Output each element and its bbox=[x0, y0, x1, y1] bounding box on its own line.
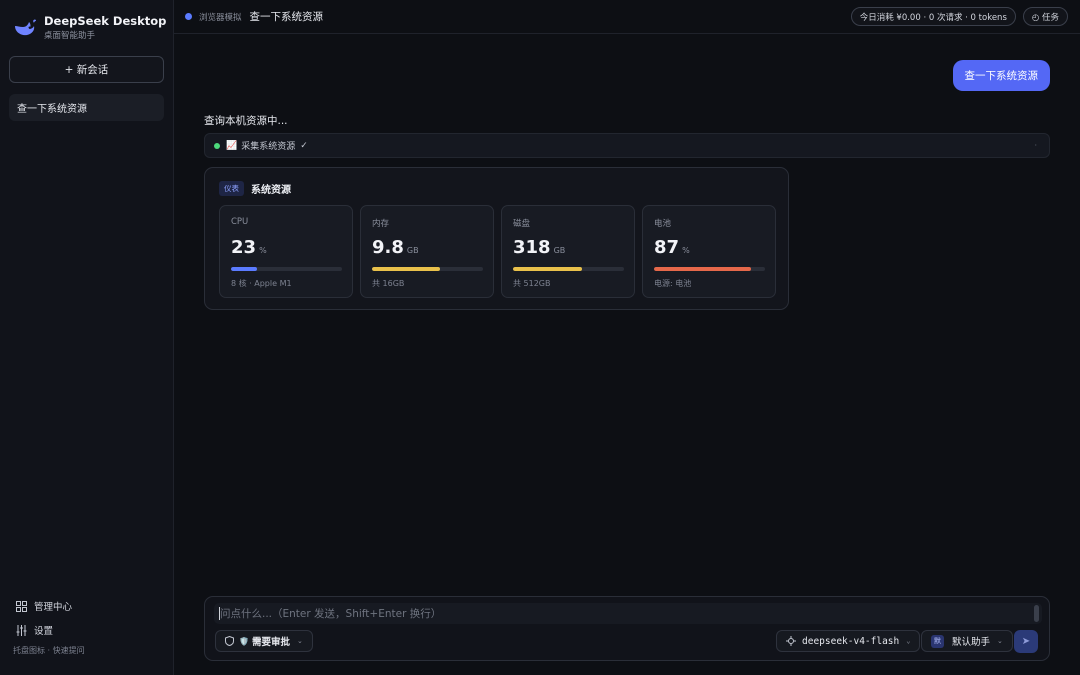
sidebar-link-label: 管理中心 bbox=[34, 602, 73, 613]
conversation-item[interactable]: 查一下系统资源 bbox=[9, 94, 164, 121]
chevron-down-icon: ⌄ bbox=[997, 637, 1003, 645]
assistant-select[interactable]: 默 默认助手 ⌄ bbox=[921, 630, 1013, 652]
resource-progress-track bbox=[513, 267, 624, 271]
resource-card-note: 电源: 电池 bbox=[654, 279, 692, 288]
whale-logo-icon bbox=[13, 16, 37, 40]
user-message-text: 查一下系统资源 bbox=[964, 70, 1039, 82]
chevron-down-icon: ⌄ bbox=[296, 637, 303, 645]
app-window: DeepSeek Desktop 桌面智能助手 + 新会话 查一下系统资源 管理… bbox=[0, 0, 1080, 675]
usage-badge[interactable]: 今日消耗 ¥0.00 · 0 次请求 · 0 tokens bbox=[850, 7, 1016, 26]
tool-call-label: 采集系统资源 bbox=[241, 142, 296, 152]
approval-mode-label: 需要审批 bbox=[251, 637, 290, 648]
mode-label: 浏览器模拟 bbox=[199, 12, 242, 23]
chart-icon: 📈 bbox=[226, 140, 238, 151]
model-label: deepseek-v4-flash bbox=[802, 635, 900, 647]
chevron-down-icon: ⌄ bbox=[906, 637, 911, 645]
sidebar: DeepSeek Desktop 桌面智能助手 + 新会话 查一下系统资源 管理… bbox=[0, 0, 174, 675]
app-title: DeepSeek Desktop bbox=[44, 14, 167, 28]
grid-icon bbox=[15, 600, 27, 612]
shield-icon bbox=[225, 636, 234, 646]
main-panel: 浏览器模拟 查一下系统资源 今日消耗 ¥0.00 · 0 次请求 · 0 tok… bbox=[174, 0, 1080, 675]
top-bar: 浏览器模拟 查一下系统资源 今日消耗 ¥0.00 · 0 次请求 · 0 tok… bbox=[174, 0, 1080, 34]
sidebar-link-settings[interactable]: 设置 bbox=[15, 622, 72, 638]
conversation-item-label: 查一下系统资源 bbox=[17, 104, 87, 115]
assistant-message-text: 查询本机资源中... bbox=[204, 115, 288, 127]
resource-card-label: CPU bbox=[231, 217, 249, 227]
tasks-button[interactable]: ◴ 任务 bbox=[1022, 7, 1068, 26]
resource-card: 磁盘 318 GB 共 512GB bbox=[501, 205, 635, 298]
system-resource-dashboard: 仪表 系统资源 CPU 23% 8 核 · Apple M1 内存 9.8 GB 共 16G… bbox=[204, 167, 789, 310]
resource-card-value: 9.8 bbox=[372, 237, 404, 258]
user-message-bubble: 查一下系统资源 bbox=[952, 60, 1050, 91]
dashboard-title: 系统资源 bbox=[251, 185, 291, 196]
message-input[interactable] bbox=[214, 603, 1042, 624]
resource-card-label: 内存 bbox=[372, 219, 390, 229]
sidebar-link-admin[interactable]: 管理中心 bbox=[15, 598, 72, 614]
resource-card-unit: GB bbox=[553, 246, 566, 255]
send-icon: ➤ bbox=[1021, 636, 1031, 647]
approval-emoji-icon: 🛡️ bbox=[239, 636, 249, 646]
resource-progress-track bbox=[231, 267, 342, 271]
page-title: 查一下系统资源 bbox=[249, 11, 324, 23]
resource-card-note: 共 512GB bbox=[513, 279, 551, 288]
resource-card-unit: % bbox=[259, 246, 267, 255]
resource-progress-track bbox=[372, 267, 483, 271]
brand: DeepSeek Desktop 桌面智能助手 bbox=[13, 14, 166, 42]
resource-card-note: 8 核 · Apple M1 bbox=[231, 279, 292, 288]
status-dot-icon bbox=[185, 13, 192, 20]
sidebar-footer-links: 管理中心 设置 bbox=[15, 598, 72, 646]
resource-card-value: 87 bbox=[654, 237, 680, 258]
resource-card-value: 23 bbox=[231, 237, 257, 258]
sidebar-link-label: 设置 bbox=[34, 626, 54, 637]
assistant-avatar: 默 bbox=[931, 634, 944, 648]
resource-card-note: 共 16GB bbox=[372, 279, 405, 288]
resource-card-unit: % bbox=[682, 246, 690, 255]
resource-card-unit: GB bbox=[406, 246, 419, 255]
resource-progress-fill bbox=[513, 267, 582, 271]
resource-card: 内存 9.8 GB 共 16GB bbox=[360, 205, 494, 298]
send-button[interactable]: ➤ bbox=[1014, 630, 1038, 653]
check-icon: ✓ bbox=[300, 140, 308, 151]
resource-progress-fill bbox=[372, 267, 440, 271]
expand-dot-icon[interactable]: · bbox=[1034, 141, 1037, 150]
input-scrollbar[interactable] bbox=[1034, 605, 1039, 622]
resource-progress-fill bbox=[231, 267, 257, 271]
message-composer: 🛡️ 需要审批 ⌄ deepseek-v4-flash ⌄ 默 默认助手 bbox=[204, 596, 1050, 661]
tray-hint: 托盘图标 · 快速提问 bbox=[13, 646, 85, 655]
success-dot-icon bbox=[214, 142, 220, 149]
tool-call-row[interactable]: 📈 采集系统资源 ✓ · bbox=[204, 133, 1050, 158]
resource-card-label: 磁盘 bbox=[513, 219, 531, 229]
model-select[interactable]: deepseek-v4-flash ⌄ bbox=[776, 630, 921, 652]
resource-progress-track bbox=[654, 267, 765, 271]
model-chip-icon bbox=[786, 636, 796, 646]
resource-card-value: 318 bbox=[513, 237, 551, 258]
dashboard-badge: 仪表 bbox=[219, 181, 244, 196]
resource-card-label: 电池 bbox=[654, 219, 672, 229]
new-chat-button[interactable]: + 新会话 bbox=[9, 56, 164, 83]
sliders-icon bbox=[15, 624, 27, 636]
resource-card: CPU 23% 8 核 · Apple M1 bbox=[219, 205, 353, 298]
text-caret bbox=[219, 607, 220, 620]
approval-mode-select[interactable]: 🛡️ 需要审批 ⌄ bbox=[215, 630, 313, 652]
assistant-label: 默认助手 bbox=[952, 637, 991, 648]
resource-progress-fill bbox=[654, 267, 751, 271]
resource-card: 电池 87% 电源: 电池 bbox=[642, 205, 776, 298]
app-subtitle: 桌面智能助手 bbox=[44, 31, 96, 41]
